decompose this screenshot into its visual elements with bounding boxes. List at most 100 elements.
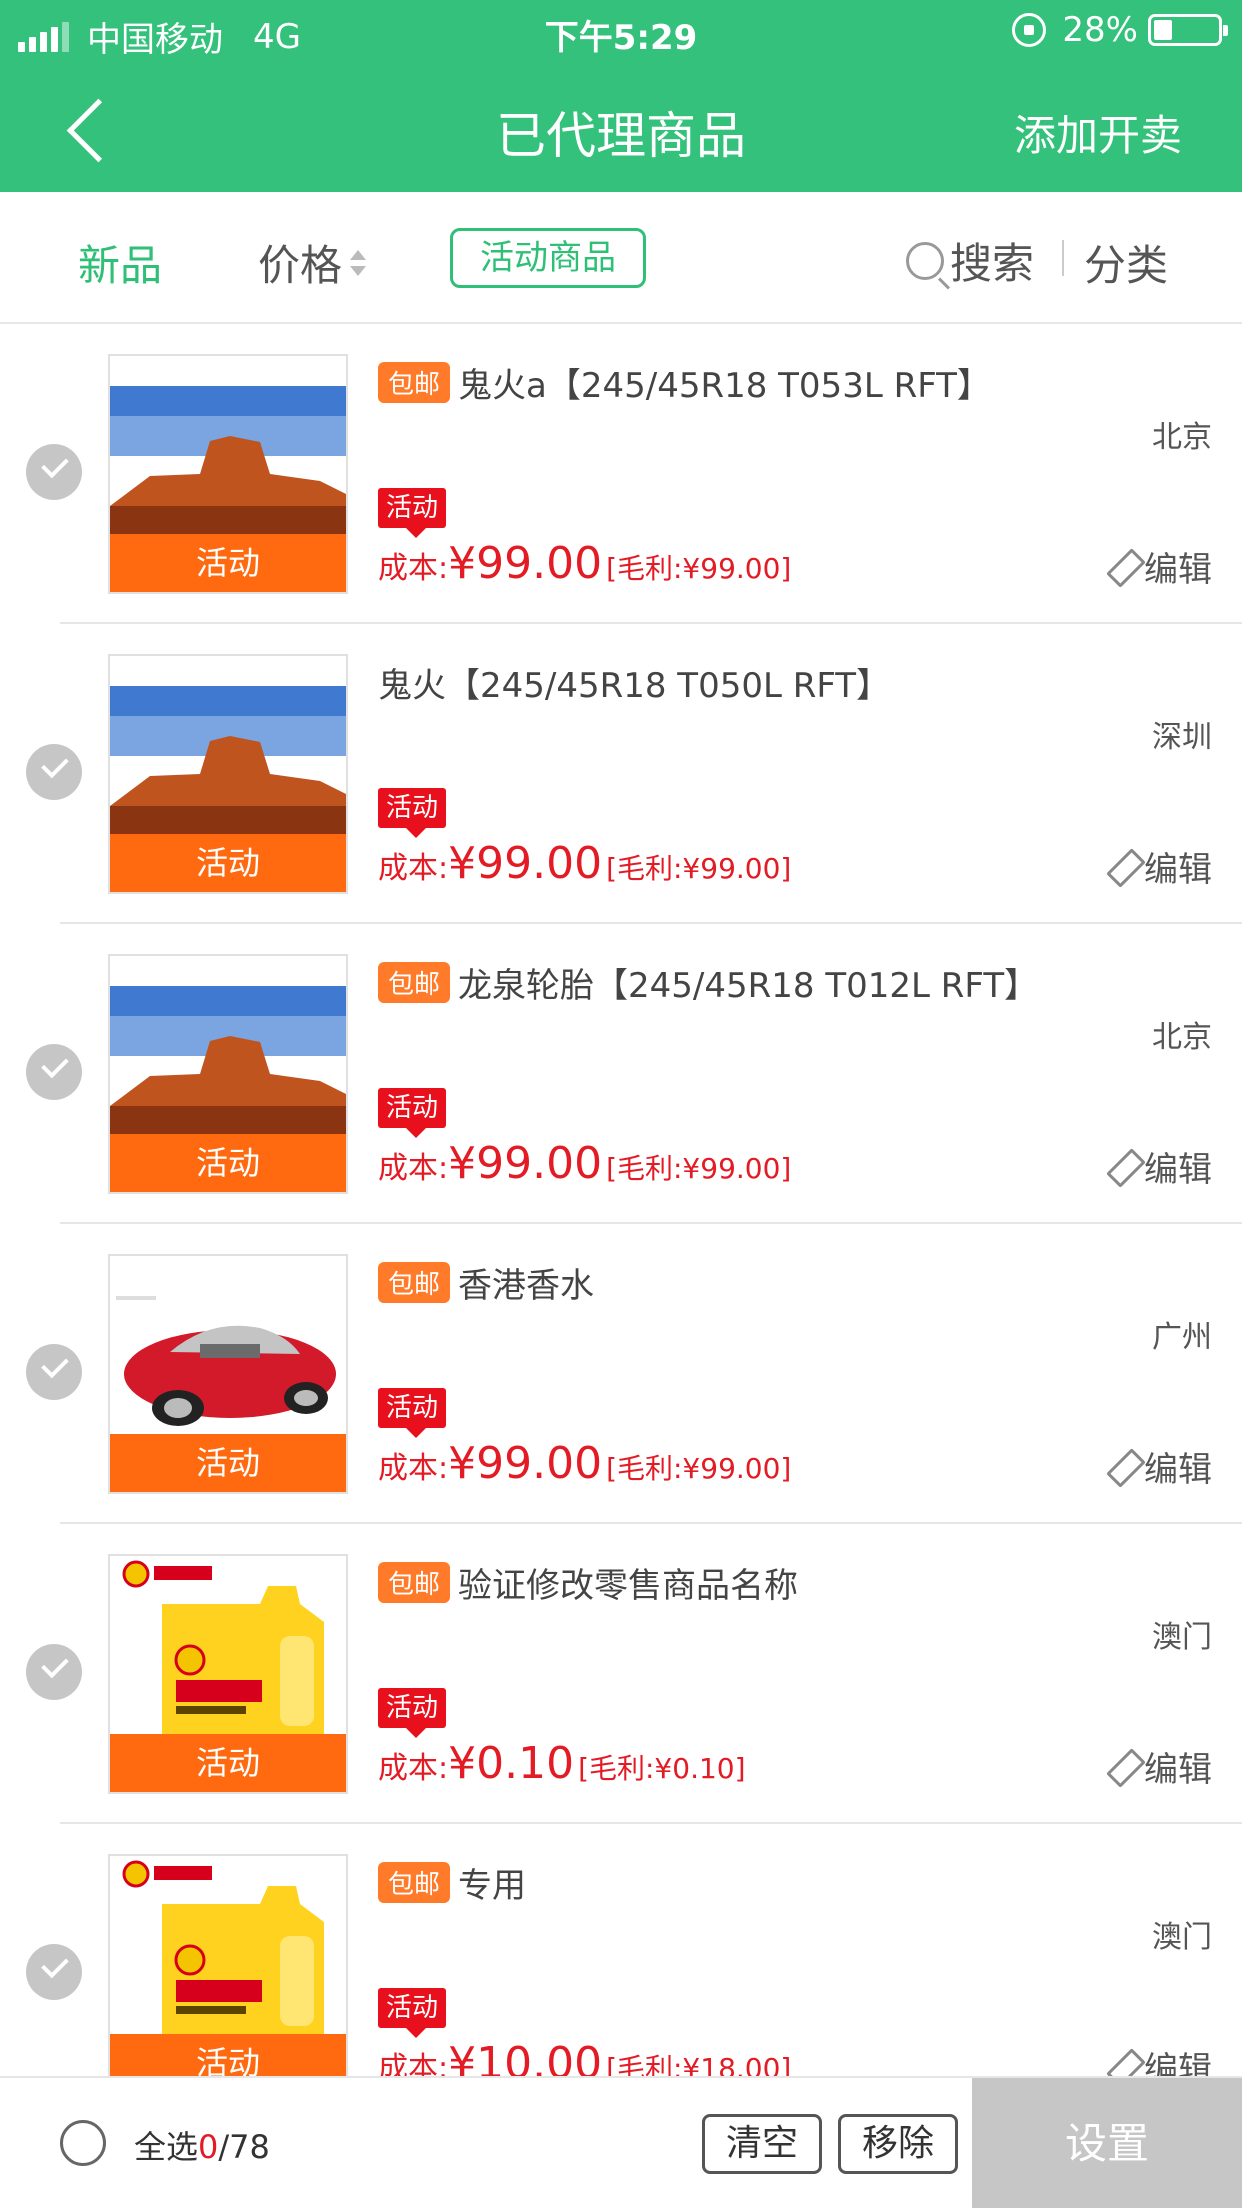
price-row: 成本: ¥10.00 [毛利:¥18.00] (378, 2038, 791, 2076)
select-all-text: 全选 (134, 2128, 199, 2166)
battery-icon (1148, 14, 1228, 46)
cost-value: ¥10.00 (448, 2038, 603, 2076)
cost-label: 成本: (378, 851, 449, 886)
edit-label: 编辑 (1144, 550, 1212, 590)
product-thumbnail[interactable]: 活动 (108, 1254, 348, 1494)
select-checkbox[interactable] (26, 1344, 82, 1400)
price-row: 成本: ¥99.00 [毛利:¥99.00] (378, 538, 791, 589)
product-list[interactable]: 活动 包邮 鬼火a【245/45R18 T053L RFT】 北京 活动 成本:… (0, 324, 1242, 2076)
product-item[interactable]: 活动 包邮 验证修改零售商品名称 澳门 活动 成本: ¥0.10 [毛利:¥0.… (0, 1524, 1242, 1824)
select-checkbox[interactable] (26, 1044, 82, 1100)
edit-button[interactable]: 编辑 (1102, 842, 1212, 891)
edit-button[interactable]: 编辑 (1102, 2042, 1212, 2076)
pencil-icon (1102, 1148, 1140, 1186)
category-button[interactable]: 分类 (1084, 232, 1168, 293)
rotation-lock-icon (1012, 13, 1047, 47)
search-label: 搜索 (950, 239, 1035, 288)
selected-count: 0 (198, 2128, 219, 2166)
edit-label: 编辑 (1144, 1150, 1212, 1190)
cost-value: ¥99.00 (448, 838, 603, 889)
product-item[interactable]: 活动 鬼火【245/45R18 T050L RFT】 深圳 活动 成本: ¥99… (0, 624, 1242, 924)
product-title-row: 包邮 香港香水 (378, 1258, 1202, 1307)
edit-label: 编辑 (1144, 2050, 1212, 2076)
header: 中国移动 4G 下午5:29 28% 已代理商品 添加开卖 (0, 0, 1242, 192)
margin-value: [毛利:¥18.00] (606, 2052, 792, 2076)
cost-label: 成本: (378, 1751, 449, 1786)
free-shipping-tag: 包邮 (378, 1262, 451, 1303)
pencil-icon (1102, 2048, 1140, 2077)
product-thumbnail[interactable]: 活动 (108, 1854, 348, 2076)
clear-button[interactable]: 清空 (702, 2114, 822, 2174)
product-item[interactable]: 活动 包邮 龙泉轮胎【245/45R18 T012L RFT】 北京 活动 成本… (0, 924, 1242, 1224)
product-title-row: 包邮 鬼火a【245/45R18 T053L RFT】 (378, 358, 1202, 407)
edit-button[interactable]: 编辑 (1102, 542, 1212, 591)
margin-value: [毛利:¥0.10] (578, 1752, 746, 1785)
promo-tag: 活动 (378, 1988, 446, 2038)
filter-bar: 新品 价格 活动商品 搜索 分类 (0, 192, 1242, 324)
margin-value: [毛利:¥99.00] (606, 1152, 792, 1185)
cost-label: 成本: (378, 551, 449, 586)
product-city: 广州 (1152, 1320, 1212, 1355)
pencil-icon (1102, 848, 1140, 886)
select-all-label[interactable]: 全选 0 /78 (134, 2122, 270, 2168)
filter-new-tab[interactable]: 新品 (78, 232, 162, 293)
activity-badge: 活动 (110, 2034, 346, 2076)
sort-icon (350, 246, 367, 280)
product-name: 香港香水 (458, 1266, 595, 1306)
activity-badge: 活动 (110, 834, 346, 892)
promo-tag: 活动 (378, 488, 446, 538)
price-row: 成本: ¥0.10 [毛利:¥0.10] (378, 1738, 746, 1789)
filter-activity-button[interactable]: 活动商品 (450, 228, 646, 288)
cost-label: 成本: (378, 1451, 449, 1486)
product-item[interactable]: 活动 包邮 专用 澳门 活动 成本: ¥10.00 [毛利:¥18.00] 编辑 (0, 1824, 1242, 2076)
cost-label: 成本: (378, 2051, 449, 2076)
promo-tag: 活动 (378, 788, 446, 838)
product-name: 验证修改零售商品名称 (458, 1566, 799, 1606)
edit-label: 编辑 (1144, 1750, 1212, 1790)
product-title-row: 包邮 专用 (378, 1858, 1202, 1907)
promo-tag: 活动 (378, 1688, 446, 1738)
promo-tag: 活动 (378, 1388, 446, 1438)
product-city: 北京 (1152, 420, 1212, 455)
select-checkbox[interactable] (26, 1944, 82, 2000)
edit-button[interactable]: 编辑 (1102, 1142, 1212, 1191)
cost-value: ¥99.00 (448, 1138, 603, 1189)
margin-value: [毛利:¥99.00] (606, 852, 792, 885)
margin-value: [毛利:¥99.00] (606, 1452, 792, 1485)
edit-button[interactable]: 编辑 (1102, 1742, 1212, 1791)
product-thumbnail[interactable]: 活动 (108, 354, 348, 594)
promo-tag: 活动 (378, 1088, 446, 1138)
settings-button[interactable]: 设置 (972, 2078, 1242, 2208)
product-item[interactable]: 活动 包邮 鬼火a【245/45R18 T053L RFT】 北京 活动 成本:… (0, 324, 1242, 624)
product-item[interactable]: 活动 包邮 香港香水 广州 活动 成本: ¥99.00 [毛利:¥99.00] … (0, 1224, 1242, 1524)
search-button[interactable]: 搜索 (906, 230, 1034, 291)
product-city: 澳门 (1152, 1620, 1212, 1655)
select-checkbox[interactable] (26, 1644, 82, 1700)
filter-price-tab[interactable]: 价格 (258, 232, 367, 293)
select-checkbox[interactable] (26, 744, 82, 800)
activity-badge: 活动 (110, 1434, 346, 1492)
product-thumbnail[interactable]: 活动 (108, 654, 348, 894)
edit-label: 编辑 (1144, 1450, 1212, 1490)
product-city: 澳门 (1152, 1920, 1212, 1955)
remove-button[interactable]: 移除 (838, 2114, 958, 2174)
product-city: 深圳 (1152, 720, 1212, 755)
add-for-sale-button[interactable]: 添加开卖 (1014, 102, 1182, 163)
product-name: 专用 (458, 1866, 527, 1906)
edit-button[interactable]: 编辑 (1102, 1442, 1212, 1491)
product-thumbnail[interactable]: 活动 (108, 954, 348, 1194)
product-title-row: 包邮 龙泉轮胎【245/45R18 T012L RFT】 (378, 958, 1202, 1007)
product-thumbnail[interactable]: 活动 (108, 1554, 348, 1794)
search-icon (906, 241, 944, 280)
free-shipping-tag: 包邮 (378, 362, 451, 403)
price-row: 成本: ¥99.00 [毛利:¥99.00] (378, 838, 791, 889)
activity-badge: 活动 (110, 534, 346, 592)
cost-label: 成本: (378, 1151, 449, 1186)
free-shipping-tag: 包邮 (378, 1862, 451, 1903)
select-checkbox[interactable] (26, 444, 82, 500)
pencil-icon (1102, 1448, 1140, 1486)
product-title-row: 包邮 验证修改零售商品名称 (378, 1558, 1202, 1607)
free-shipping-tag: 包邮 (378, 962, 451, 1003)
select-all-radio[interactable] (60, 2120, 106, 2166)
free-shipping-tag: 包邮 (378, 1562, 451, 1603)
